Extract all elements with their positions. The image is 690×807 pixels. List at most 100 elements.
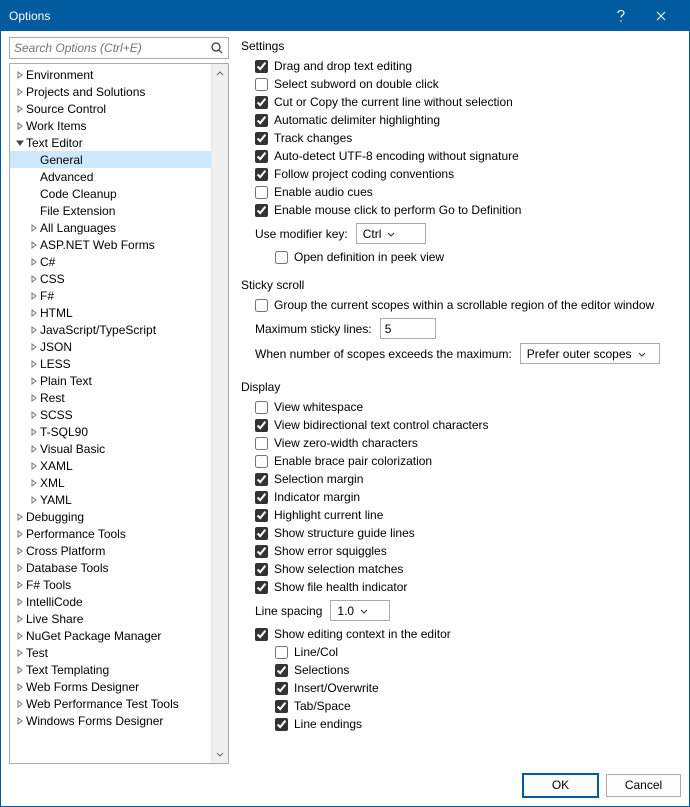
tree-item-c-[interactable]: C#: [10, 253, 211, 270]
tree-item-code-cleanup[interactable]: Code Cleanup: [10, 185, 211, 202]
chevron-right-icon[interactable]: [28, 479, 40, 487]
option-checkbox[interactable]: [255, 581, 268, 594]
chevron-right-icon[interactable]: [14, 122, 26, 130]
option-checkbox[interactable]: [255, 419, 268, 432]
scroll-up-icon[interactable]: [212, 64, 228, 81]
option-row[interactable]: View zero-width characters: [255, 434, 677, 452]
option-checkbox[interactable]: [275, 700, 288, 713]
chevron-right-icon[interactable]: [14, 547, 26, 555]
chevron-down-icon[interactable]: [14, 139, 26, 147]
tree-item-environment[interactable]: Environment: [10, 66, 211, 83]
close-button[interactable]: [641, 1, 681, 31]
option-checkbox[interactable]: [275, 682, 288, 695]
option-checkbox[interactable]: [255, 491, 268, 504]
option-row[interactable]: Show file health indicator: [255, 578, 677, 596]
tree-item-general[interactable]: General: [10, 151, 211, 168]
option-row[interactable]: Drag and drop text editing: [255, 57, 677, 75]
option-checkbox[interactable]: [275, 664, 288, 677]
tree-item-intellicode[interactable]: IntelliCode: [10, 593, 211, 610]
tree-scrollbar[interactable]: [211, 64, 228, 763]
tree-item-cross-platform[interactable]: Cross Platform: [10, 542, 211, 559]
option-row[interactable]: Track changes: [255, 129, 677, 147]
option-row[interactable]: View whitespace: [255, 398, 677, 416]
chevron-right-icon[interactable]: [14, 88, 26, 96]
tree-item-nuget-package-manager[interactable]: NuGet Package Manager: [10, 627, 211, 644]
option-row[interactable]: Line/Col: [275, 643, 677, 661]
chevron-right-icon[interactable]: [14, 598, 26, 606]
modifier-key-combo[interactable]: Ctrl: [356, 223, 426, 244]
option-checkbox[interactable]: [255, 132, 268, 145]
tree-item-projects-and-solutions[interactable]: Projects and Solutions: [10, 83, 211, 100]
cancel-button[interactable]: Cancel: [606, 774, 681, 797]
help-button[interactable]: [601, 1, 641, 31]
option-row[interactable]: Tab/Space: [275, 697, 677, 715]
option-row[interactable]: Line endings: [275, 715, 677, 733]
peek-checkbox[interactable]: [275, 251, 288, 264]
option-row[interactable]: Select subword on double click: [255, 75, 677, 93]
chevron-right-icon[interactable]: [28, 496, 40, 504]
search-input[interactable]: [14, 41, 210, 55]
option-checkbox[interactable]: [255, 204, 268, 217]
chevron-right-icon[interactable]: [28, 462, 40, 470]
tree-item-database-tools[interactable]: Database Tools: [10, 559, 211, 576]
chevron-right-icon[interactable]: [14, 700, 26, 708]
tree-item-rest[interactable]: Rest: [10, 389, 211, 406]
option-row[interactable]: Insert/Overwrite: [275, 679, 677, 697]
tree-item-text-templating[interactable]: Text Templating: [10, 661, 211, 678]
tree-item-text-editor[interactable]: Text Editor: [10, 134, 211, 151]
chevron-right-icon[interactable]: [14, 530, 26, 538]
chevron-right-icon[interactable]: [14, 632, 26, 640]
tree-item-plain-text[interactable]: Plain Text: [10, 372, 211, 389]
option-checkbox[interactable]: [255, 150, 268, 163]
tree-item-t-sql90[interactable]: T-SQL90: [10, 423, 211, 440]
chevron-right-icon[interactable]: [28, 292, 40, 300]
option-checkbox[interactable]: [255, 186, 268, 199]
option-row[interactable]: Automatic delimiter highlighting: [255, 111, 677, 129]
tree-item-file-extension[interactable]: File Extension: [10, 202, 211, 219]
option-checkbox[interactable]: [255, 114, 268, 127]
chevron-right-icon[interactable]: [14, 649, 26, 657]
tree-item-web-forms-designer[interactable]: Web Forms Designer: [10, 678, 211, 695]
option-row[interactable]: Highlight current line: [255, 506, 677, 524]
max-sticky-input[interactable]: [380, 318, 436, 339]
ok-button[interactable]: OK: [523, 774, 598, 797]
chevron-right-icon[interactable]: [28, 258, 40, 266]
context-row[interactable]: Show editing context in the editor: [255, 625, 677, 643]
tree-item-debugging[interactable]: Debugging: [10, 508, 211, 525]
tree-item-source-control[interactable]: Source Control: [10, 100, 211, 117]
chevron-right-icon[interactable]: [14, 513, 26, 521]
chevron-right-icon[interactable]: [14, 683, 26, 691]
chevron-right-icon[interactable]: [14, 71, 26, 79]
chevron-right-icon[interactable]: [28, 343, 40, 351]
chevron-right-icon[interactable]: [28, 411, 40, 419]
option-checkbox[interactable]: [255, 168, 268, 181]
chevron-right-icon[interactable]: [28, 360, 40, 368]
option-checkbox[interactable]: [255, 96, 268, 109]
chevron-right-icon[interactable]: [14, 105, 26, 113]
options-tree[interactable]: EnvironmentProjects and SolutionsSource …: [10, 64, 211, 763]
tree-item-test[interactable]: Test: [10, 644, 211, 661]
chevron-right-icon[interactable]: [28, 445, 40, 453]
chevron-right-icon[interactable]: [14, 581, 26, 589]
tree-item-yaml[interactable]: YAML: [10, 491, 211, 508]
tree-item-javascript-typescript[interactable]: JavaScript/TypeScript: [10, 321, 211, 338]
option-row[interactable]: Enable brace pair colorization: [255, 452, 677, 470]
option-row[interactable]: Show selection matches: [255, 560, 677, 578]
chevron-right-icon[interactable]: [14, 717, 26, 725]
option-checkbox[interactable]: [255, 473, 268, 486]
sticky-group-row[interactable]: Group the current scopes within a scroll…: [255, 296, 677, 314]
option-row[interactable]: Show structure guide lines: [255, 524, 677, 542]
option-checkbox[interactable]: [255, 455, 268, 468]
tree-item-work-items[interactable]: Work Items: [10, 117, 211, 134]
tree-item-f-tools[interactable]: F# Tools: [10, 576, 211, 593]
option-checkbox[interactable]: [255, 545, 268, 558]
peek-row[interactable]: Open definition in peek view: [275, 248, 677, 266]
option-checkbox[interactable]: [255, 437, 268, 450]
line-spacing-combo[interactable]: 1.0: [330, 600, 390, 621]
chevron-right-icon[interactable]: [28, 309, 40, 317]
tree-item-json[interactable]: JSON: [10, 338, 211, 355]
option-row[interactable]: Enable mouse click to perform Go to Defi…: [255, 201, 677, 219]
chevron-right-icon[interactable]: [28, 428, 40, 436]
search-box[interactable]: [9, 37, 229, 59]
tree-item-visual-basic[interactable]: Visual Basic: [10, 440, 211, 457]
